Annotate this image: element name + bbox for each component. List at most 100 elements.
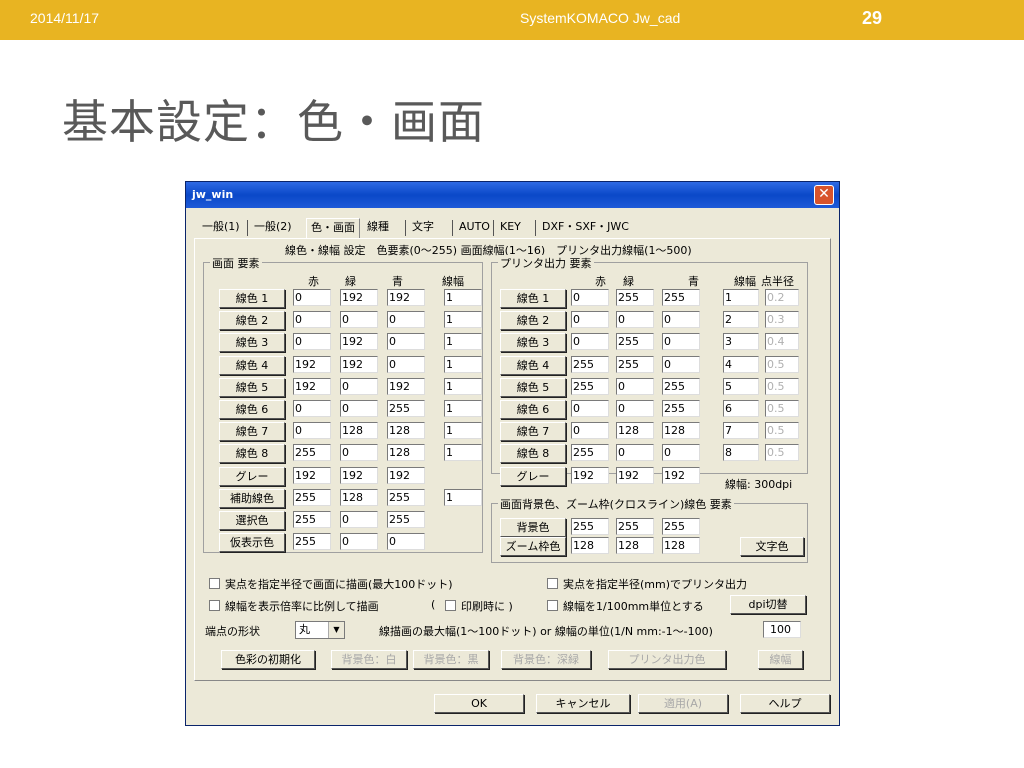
- screen-red-input-1[interactable]: 0: [293, 311, 331, 329]
- screen-blue-input-1[interactable]: 0: [387, 311, 425, 329]
- bg-row-button-1[interactable]: ズーム枠色: [500, 537, 566, 556]
- screen-width-input-7[interactable]: 1: [444, 444, 482, 462]
- screen-blue-input-0[interactable]: 192: [387, 289, 425, 306]
- ok-button[interactable]: OK: [434, 694, 524, 713]
- real-point-printer-checkbox[interactable]: [547, 578, 558, 589]
- tab-2[interactable]: 色・画面: [306, 218, 360, 238]
- printer-green-input-1[interactable]: 0: [616, 311, 654, 329]
- screen-blue-input-5[interactable]: 255: [387, 400, 425, 417]
- printer-row-button-8[interactable]: グレー: [500, 466, 566, 486]
- printer-green-input-6[interactable]: 128: [616, 422, 654, 440]
- tab-6[interactable]: KEY: [496, 218, 525, 238]
- screen-red-input-7[interactable]: 255: [293, 444, 331, 462]
- screen-blue-input-9[interactable]: 255: [387, 488, 425, 506]
- printer-blue-input-6[interactable]: 128: [662, 422, 700, 440]
- screen-width-input-6[interactable]: 1: [444, 422, 482, 440]
- printer-row-button-5[interactable]: 線色 6: [500, 400, 566, 419]
- screen-red-input-4[interactable]: 192: [293, 377, 331, 395]
- endpoint-select[interactable]: 丸 ▼: [295, 621, 345, 639]
- bg-black-button[interactable]: 背景色：黒: [413, 650, 489, 669]
- screen-width-input-4[interactable]: 1: [444, 377, 482, 395]
- printer-width-input-1[interactable]: 2: [723, 311, 759, 329]
- bg-row-button-0[interactable]: 背景色: [500, 518, 566, 537]
- printer-color-button[interactable]: プリンタ出力色: [608, 650, 726, 669]
- screen-blue-input-6[interactable]: 128: [387, 422, 425, 440]
- tab-4[interactable]: 文字: [408, 218, 438, 238]
- screen-width-input-9[interactable]: 1: [444, 488, 482, 506]
- printer-row-button-0[interactable]: 線色 1: [500, 289, 566, 308]
- dpi-toggle-button[interactable]: dpi切替: [730, 595, 806, 614]
- printer-width-input-6[interactable]: 7: [723, 422, 759, 440]
- chevron-down-icon[interactable]: ▼: [328, 622, 344, 638]
- printer-point-radius-input-7[interactable]: 0.5: [765, 444, 799, 462]
- printer-row-button-4[interactable]: 線色 5: [500, 377, 566, 397]
- printer-red-input-6[interactable]: 0: [571, 422, 609, 440]
- screen-row-button-0[interactable]: 線色 1: [219, 289, 285, 308]
- cancel-button[interactable]: キャンセル: [536, 694, 630, 713]
- screen-red-input-3[interactable]: 192: [293, 355, 331, 373]
- screen-row-button-9[interactable]: 補助線色: [219, 488, 285, 508]
- bg-white-button[interactable]: 背景色：白: [331, 650, 407, 669]
- printer-width-input-2[interactable]: 3: [723, 333, 759, 351]
- printer-width-input-3[interactable]: 4: [723, 355, 759, 373]
- printer-green-input-4[interactable]: 0: [616, 377, 654, 395]
- bg-green-input-1[interactable]: 128: [616, 537, 654, 554]
- printer-width-input-5[interactable]: 6: [723, 400, 759, 417]
- width-unit-checkbox[interactable]: [547, 600, 558, 611]
- screen-row-button-4[interactable]: 線色 5: [219, 377, 285, 397]
- printer-point-radius-input-4[interactable]: 0.5: [765, 377, 799, 395]
- screen-row-button-6[interactable]: 線色 7: [219, 422, 285, 442]
- bg-blue-input-1[interactable]: 128: [662, 537, 700, 554]
- printer-blue-input-2[interactable]: 0: [662, 333, 700, 351]
- printer-point-radius-input-3[interactable]: 0.5: [765, 355, 799, 373]
- screen-row-button-10[interactable]: 選択色: [219, 511, 285, 530]
- printer-green-input-3[interactable]: 255: [616, 355, 654, 373]
- real-point-screen-checkbox[interactable]: [209, 578, 220, 589]
- tab-0[interactable]: 一般(1): [198, 218, 244, 238]
- printer-point-radius-input-1[interactable]: 0.3: [765, 311, 799, 329]
- printer-green-input-8[interactable]: 192: [616, 466, 654, 484]
- printer-point-radius-input-2[interactable]: 0.4: [765, 333, 799, 351]
- screen-green-input-11[interactable]: 0: [340, 533, 378, 551]
- printer-red-input-8[interactable]: 192: [571, 466, 609, 484]
- screen-row-button-11[interactable]: 仮表示色: [219, 533, 285, 553]
- printer-red-input-4[interactable]: 255: [571, 377, 609, 395]
- screen-red-input-0[interactable]: 0: [293, 289, 331, 306]
- screen-green-input-8[interactable]: 192: [340, 466, 378, 484]
- screen-green-input-10[interactable]: 0: [340, 511, 378, 528]
- bg-green-input-0[interactable]: 255: [616, 518, 654, 535]
- close-button[interactable]: ✕: [814, 185, 834, 205]
- screen-row-button-5[interactable]: 線色 6: [219, 400, 285, 419]
- tab-5[interactable]: AUTO: [455, 218, 494, 238]
- apply-button[interactable]: 適用(A): [638, 694, 728, 713]
- screen-blue-input-2[interactable]: 0: [387, 333, 425, 351]
- printer-blue-input-3[interactable]: 0: [662, 355, 700, 373]
- printer-blue-input-8[interactable]: 192: [662, 466, 700, 484]
- printer-green-input-7[interactable]: 0: [616, 444, 654, 462]
- printer-width-input-0[interactable]: 1: [723, 289, 759, 306]
- width-button[interactable]: 線幅: [758, 650, 803, 669]
- printer-width-input-7[interactable]: 8: [723, 444, 759, 462]
- printer-row-button-1[interactable]: 線色 2: [500, 311, 566, 331]
- screen-row-button-8[interactable]: グレー: [219, 466, 285, 486]
- printer-blue-input-0[interactable]: 255: [662, 289, 700, 306]
- bg-blue-input-0[interactable]: 255: [662, 518, 700, 535]
- printer-point-radius-input-6[interactable]: 0.5: [765, 422, 799, 440]
- printer-green-input-5[interactable]: 0: [616, 400, 654, 417]
- screen-row-button-7[interactable]: 線色 8: [219, 444, 285, 464]
- screen-red-input-9[interactable]: 255: [293, 488, 331, 506]
- screen-red-input-11[interactable]: 255: [293, 533, 331, 551]
- screen-blue-input-8[interactable]: 192: [387, 466, 425, 484]
- screen-green-input-4[interactable]: 0: [340, 377, 378, 395]
- max-width-input[interactable]: 100: [763, 621, 801, 638]
- printer-row-button-2[interactable]: 線色 3: [500, 333, 566, 353]
- screen-blue-input-11[interactable]: 0: [387, 533, 425, 551]
- printer-blue-input-7[interactable]: 0: [662, 444, 700, 462]
- screen-red-input-5[interactable]: 0: [293, 400, 331, 417]
- printer-red-input-1[interactable]: 0: [571, 311, 609, 329]
- bg-dark-green-button[interactable]: 背景色：深緑: [501, 650, 591, 669]
- screen-blue-input-7[interactable]: 128: [387, 444, 425, 462]
- screen-blue-input-10[interactable]: 255: [387, 511, 425, 528]
- printer-blue-input-4[interactable]: 255: [662, 377, 700, 395]
- printer-row-button-3[interactable]: 線色 4: [500, 355, 566, 375]
